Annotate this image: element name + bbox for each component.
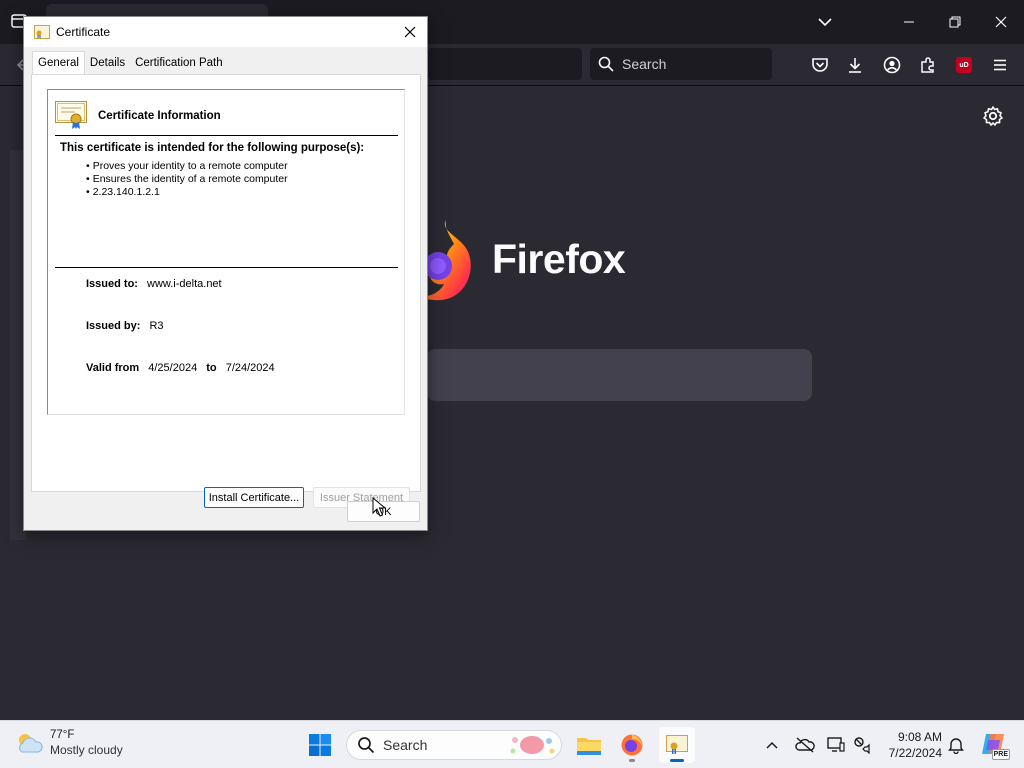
certificate-icon bbox=[34, 25, 50, 39]
taskbar-file-explorer[interactable] bbox=[571, 727, 607, 763]
account-button[interactable] bbox=[880, 53, 904, 77]
chevron-down-icon bbox=[818, 18, 832, 27]
search-bar[interactable]: Search bbox=[590, 48, 772, 80]
close-icon bbox=[995, 16, 1007, 28]
weather-widget[interactable]: 77°F Mostly cloudy bbox=[14, 728, 123, 758]
minimize-icon bbox=[904, 21, 914, 23]
network-volume-tray-button[interactable] bbox=[852, 735, 872, 755]
valid-from-value: 4/25/2024 bbox=[148, 362, 198, 374]
active-indicator bbox=[670, 759, 684, 762]
newtab-search-box[interactable] bbox=[427, 349, 812, 401]
weather-description: Mostly cloudy bbox=[50, 743, 123, 757]
validity-row: Valid from 4/25/2024 to 7/24/2024 bbox=[86, 362, 275, 374]
extensions-button[interactable] bbox=[916, 53, 940, 77]
ublock-icon: uD bbox=[956, 57, 972, 73]
valid-to-value: 7/24/2024 bbox=[225, 362, 275, 374]
pocket-button[interactable] bbox=[808, 53, 832, 77]
windows-logo-icon bbox=[309, 734, 331, 756]
dialog-titlebar: Certificate bbox=[24, 17, 427, 47]
hamburger-menu-icon bbox=[994, 59, 1006, 71]
issued-by-row: Issued by: R3 bbox=[86, 320, 164, 332]
tab-details[interactable]: Details bbox=[85, 53, 130, 75]
purpose-heading: This certificate is intended for the fol… bbox=[60, 142, 365, 154]
account-icon bbox=[883, 56, 901, 74]
issued-to-label: Issued to: bbox=[86, 278, 138, 290]
divider bbox=[55, 267, 398, 268]
divider bbox=[55, 135, 398, 136]
search-highlight-icon bbox=[510, 736, 555, 754]
notifications-button[interactable] bbox=[946, 735, 966, 755]
dialog-close-button[interactable] bbox=[401, 23, 419, 41]
valid-from-label: Valid from bbox=[86, 362, 140, 374]
search-bar-placeholder: Search bbox=[622, 56, 667, 72]
dialog-title: Certificate bbox=[56, 25, 111, 39]
mouse-pointer-icon bbox=[372, 496, 387, 517]
install-certificate-button[interactable]: Install Certificate... bbox=[204, 487, 304, 508]
taskbar-certificate-window[interactable] bbox=[659, 727, 695, 763]
firefox-icon bbox=[621, 734, 643, 756]
download-icon bbox=[849, 58, 861, 73]
valid-to-label: to bbox=[206, 362, 217, 374]
restore-button[interactable] bbox=[932, 0, 978, 44]
clock-date: 7/22/2024 bbox=[888, 746, 942, 760]
certificate-dialog: Certificate General Details Certificatio… bbox=[23, 16, 428, 531]
newtab-settings-button[interactable] bbox=[981, 104, 1005, 128]
puzzle-icon bbox=[921, 57, 934, 73]
taskbar-search-box[interactable]: Search bbox=[346, 730, 562, 760]
display-tray-button[interactable] bbox=[826, 735, 846, 755]
bell-icon bbox=[948, 738, 964, 754]
clock-time: 9:08 AM bbox=[897, 730, 942, 744]
issued-by-value: R3 bbox=[149, 320, 164, 332]
certificate-large-icon bbox=[55, 101, 87, 129]
general-tab-panel: Certificate Information This certificate… bbox=[31, 74, 421, 508]
cloud-offline-icon bbox=[795, 737, 815, 753]
tab-general[interactable]: General bbox=[32, 51, 85, 75]
search-icon bbox=[598, 56, 614, 72]
pocket-icon bbox=[812, 58, 828, 72]
onedrive-tray-button[interactable] bbox=[795, 735, 815, 755]
start-button[interactable] bbox=[302, 727, 338, 763]
chevron-up-icon bbox=[766, 741, 778, 749]
dialog-tabs: General Details Certification Path bbox=[32, 51, 228, 75]
app-menu-button[interactable] bbox=[988, 53, 1012, 77]
url-bar[interactable] bbox=[428, 48, 582, 80]
weather-temperature: 77°F bbox=[50, 729, 75, 741]
purpose-item: Ensures the identity of a remote compute… bbox=[86, 173, 288, 186]
issued-to-value: www.i-delta.net bbox=[147, 278, 222, 290]
monitor-icon bbox=[827, 737, 845, 752]
issued-by-label: Issued by: bbox=[86, 320, 141, 332]
ublock-origin-button[interactable]: uD bbox=[952, 53, 976, 77]
close-icon bbox=[404, 26, 416, 38]
partly-cloudy-icon bbox=[19, 734, 43, 753]
network-disconnected-icon bbox=[854, 737, 870, 754]
taskbar-firefox[interactable] bbox=[614, 727, 650, 763]
taskbar-clock[interactable]: 9:08 AM 7/22/2024 bbox=[880, 729, 942, 761]
downloads-button[interactable] bbox=[843, 53, 867, 77]
restore-icon bbox=[949, 16, 961, 28]
taskbar: 77°F Mostly cloudy Search 9:08 AM 7/22/2… bbox=[0, 720, 1024, 768]
firefox-wordmark: Firefox bbox=[492, 236, 626, 282]
tab-certification-path[interactable]: Certification Path bbox=[130, 53, 228, 75]
issued-to-row: Issued to: www.i-delta.net bbox=[86, 278, 222, 290]
purpose-list: Proves your identity to a remote compute… bbox=[86, 160, 288, 199]
copilot-button[interactable]: PRE bbox=[980, 731, 1010, 760]
running-indicator bbox=[629, 759, 635, 762]
purpose-item: Proves your identity to a remote compute… bbox=[86, 160, 288, 173]
close-window-button[interactable] bbox=[978, 0, 1024, 44]
search-icon bbox=[358, 737, 375, 754]
certificate-info-heading: Certificate Information bbox=[98, 110, 221, 122]
certificate-icon bbox=[666, 735, 688, 754]
purpose-item: 2.23.140.1.2.1 bbox=[86, 186, 288, 199]
show-hidden-icons-button[interactable] bbox=[762, 735, 782, 755]
gear-icon bbox=[983, 106, 1003, 126]
tab-overflow-button[interactable] bbox=[802, 0, 848, 44]
folder-icon bbox=[577, 738, 601, 755]
copilot-badge: PRE bbox=[991, 749, 1010, 760]
minimize-button[interactable] bbox=[886, 0, 932, 44]
taskbar-search-placeholder: Search bbox=[383, 737, 428, 753]
certificate-info-box: Certificate Information This certificate… bbox=[47, 89, 405, 415]
